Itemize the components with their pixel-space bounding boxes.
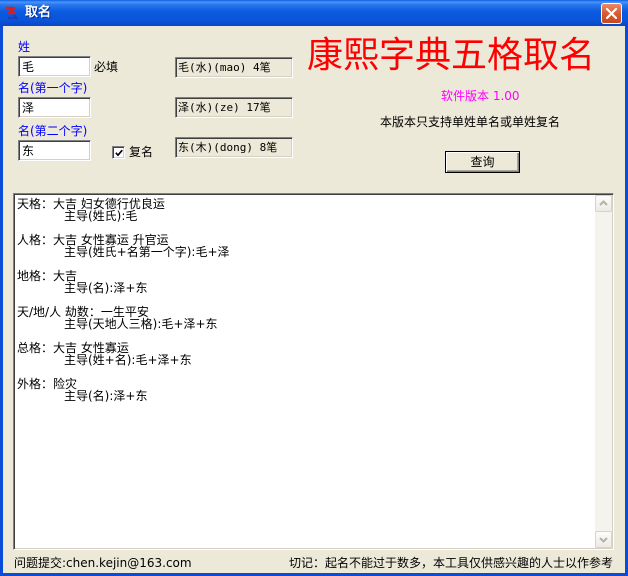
given-first-char-info: 泽(水)(ze) 17笔 bbox=[175, 97, 293, 118]
close-button[interactable] bbox=[601, 3, 622, 24]
result-detail: 主导(名):泽+东 bbox=[64, 389, 148, 403]
title-bar[interactable]: 取名 bbox=[0, 0, 628, 26]
app-icon[interactable] bbox=[4, 5, 20, 21]
given-first-label: 名(第一个字) bbox=[18, 81, 88, 95]
vertical-scrollbar[interactable] bbox=[595, 195, 612, 548]
surname-char-info: 毛(水)(mao) 4笔 bbox=[175, 57, 293, 78]
result-detail: 主导(姓+名):毛+泽+东 bbox=[64, 353, 192, 367]
scroll-down-arrow-icon bbox=[599, 537, 608, 543]
given-second-label: 名(第二个字) bbox=[18, 124, 88, 138]
result-item: 总格：大吉 女性寡运 主导(姓+名):毛+泽+东 bbox=[17, 342, 593, 366]
given-second-input[interactable] bbox=[18, 140, 91, 161]
scroll-up-arrow-icon bbox=[599, 200, 608, 206]
double-name-label[interactable]: 复名 bbox=[129, 145, 153, 159]
scroll-up-button[interactable] bbox=[595, 195, 612, 212]
result-item: 天/地/人 劫数：一生平安 主导(天地人三格):毛+泽+东 bbox=[17, 306, 593, 330]
surname-label: 姓 bbox=[18, 40, 31, 54]
given-first-input[interactable] bbox=[18, 97, 91, 118]
result-detail: 主导(姓氏):毛 bbox=[64, 209, 138, 223]
query-button[interactable]: 查询 bbox=[445, 151, 520, 173]
given-second-char-info: 东(木)(dong) 8笔 bbox=[175, 137, 293, 158]
result-detail: 主导(姓氏+名第一个字):毛+泽 bbox=[64, 245, 230, 259]
support-notice: 本版本只支持单姓单名或单姓复名 bbox=[380, 115, 561, 129]
result-item: 人格：大吉 女性寡运 升官运 主导(姓氏+名第一个字):毛+泽 bbox=[17, 234, 593, 258]
version-text: 软件版本 1.00 bbox=[441, 89, 520, 103]
result-detail: 主导(天地人三格):毛+泽+东 bbox=[64, 317, 218, 331]
disclaimer-text: 切记：起名不能过于数多，本工具仅供感兴趣的人士以作参考 bbox=[289, 556, 614, 570]
required-note: 必填 bbox=[94, 60, 119, 74]
scroll-track[interactable] bbox=[595, 212, 612, 531]
close-icon bbox=[602, 4, 621, 23]
surname-input[interactable] bbox=[18, 56, 91, 77]
result-item: 天格：大吉 妇女德行优良运 主导(姓氏):毛 bbox=[17, 198, 593, 222]
scroll-down-button[interactable] bbox=[595, 531, 612, 548]
result-item: 外格：险灾 主导(名):泽+东 bbox=[17, 378, 593, 402]
app-window: 取名 姓 必填 名(第一个字) 名(第二个字) 复名 毛(水)(mao) 4笔 … bbox=[0, 0, 628, 576]
results-textarea[interactable]: 天格：大吉 妇女德行优良运 主导(姓氏):毛 人格：大吉 女性寡运 升官运 主导… bbox=[13, 193, 614, 550]
results-content: 天格：大吉 妇女德行优良运 主导(姓氏):毛 人格：大吉 女性寡运 升官运 主导… bbox=[16, 196, 594, 547]
double-name-checkbox[interactable] bbox=[112, 146, 125, 159]
contact-text: 问题提交:chen.kejin@163.com bbox=[14, 556, 192, 570]
result-item: 地格：大吉 主导(名):泽+东 bbox=[17, 270, 593, 294]
result-detail: 主导(名):泽+东 bbox=[64, 281, 148, 295]
app-heading: 康熙字典五格取名 bbox=[307, 35, 596, 76]
window-title: 取名 bbox=[25, 5, 52, 20]
